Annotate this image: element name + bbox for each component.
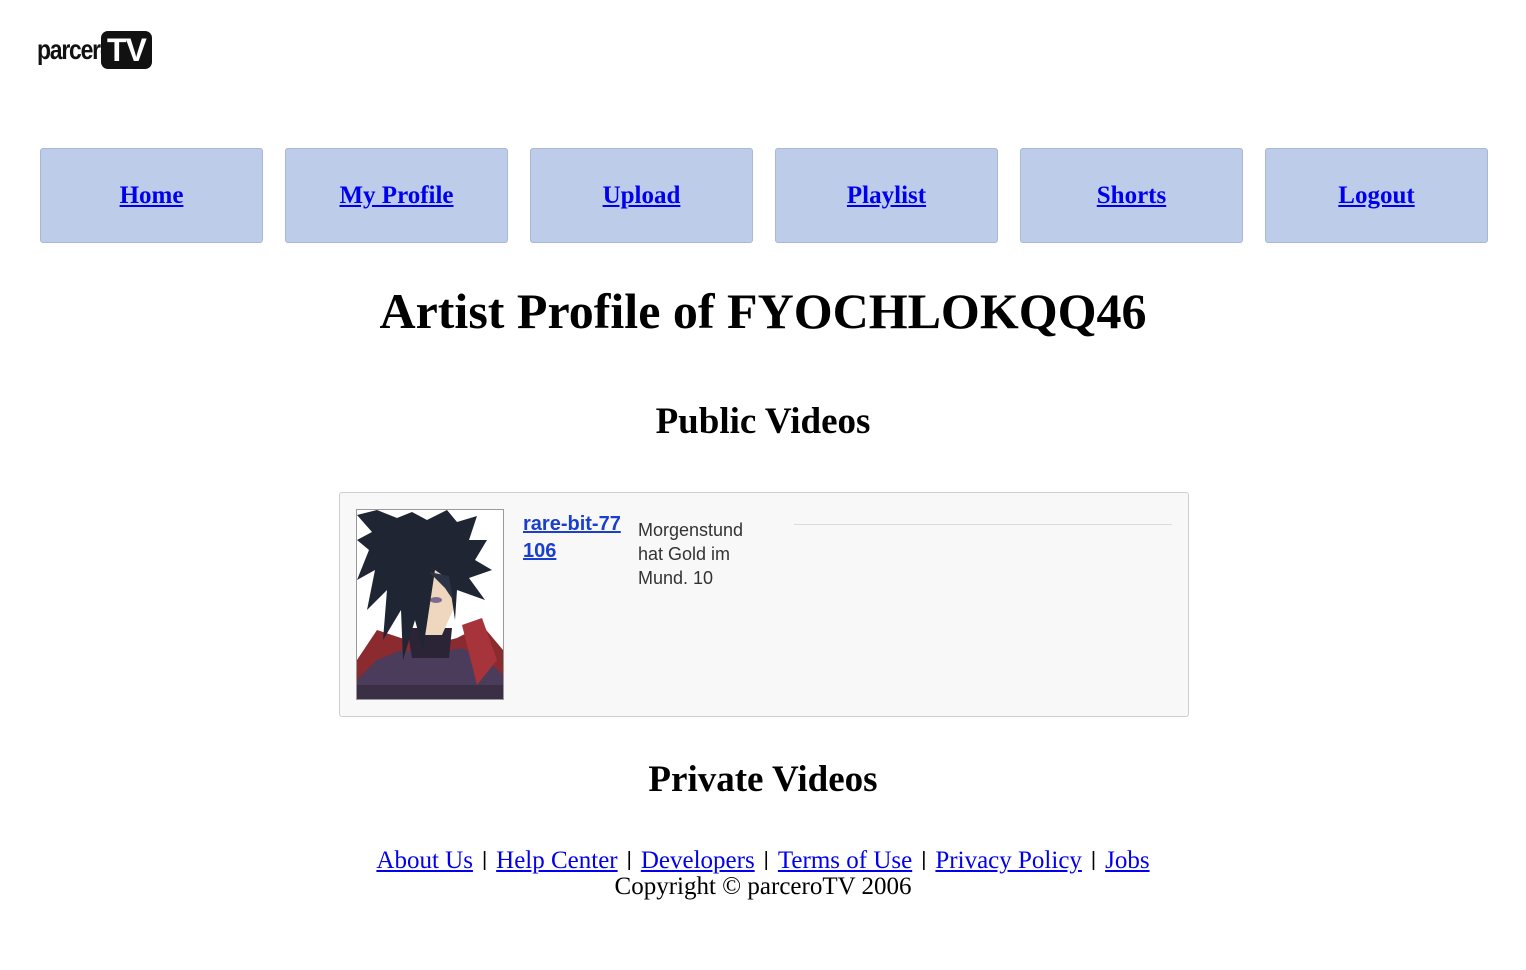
nav-item-my-profile[interactable]: My Profile: [285, 148, 508, 243]
nav-item-logout[interactable]: Logout: [1265, 148, 1488, 243]
footer-separator: |: [481, 849, 488, 871]
footer-link-about-us[interactable]: About Us: [376, 847, 473, 874]
footer-link-privacy-policy[interactable]: Privacy Policy: [935, 847, 1082, 874]
video-card: rare-bit-77106 Morgenstund hat Gold im M…: [339, 492, 1189, 717]
footer-separator: |: [763, 849, 769, 871]
nav-link-upload[interactable]: Upload: [603, 182, 681, 210]
nav-link-my-profile[interactable]: My Profile: [339, 182, 453, 210]
footer-separator: |: [1090, 849, 1097, 871]
private-videos-heading: Private Videos: [648, 759, 878, 800]
footer-separator: |: [921, 849, 927, 871]
footer-link-terms-of-use[interactable]: Terms of Use: [778, 847, 912, 874]
video-thumbnail[interactable]: [356, 509, 504, 700]
video-title-link[interactable]: rare-bit-77106: [523, 511, 623, 565]
nav-link-shorts[interactable]: Shorts: [1097, 182, 1166, 210]
nav-link-playlist[interactable]: Playlist: [847, 182, 926, 210]
footer-link-help-center[interactable]: Help Center: [496, 847, 617, 874]
nav-link-home[interactable]: Home: [120, 182, 184, 210]
page-title: Artist Profile of FYOCHLOKQQ46: [379, 283, 1147, 339]
site-logo[interactable]: parcero TV: [37, 30, 152, 70]
nav-item-upload[interactable]: Upload: [530, 148, 753, 243]
logo-wordmark: parcero: [37, 34, 114, 65]
nav-item-playlist[interactable]: Playlist: [775, 148, 998, 243]
public-videos-heading: Public Videos: [655, 401, 871, 442]
nav-link-logout[interactable]: Logout: [1338, 182, 1414, 210]
footer-separator: |: [626, 849, 632, 871]
copyright-text: Copyright © parceroTV 2006: [614, 873, 912, 900]
nav-item-home[interactable]: Home: [40, 148, 263, 243]
thumbnail-illustration: [357, 510, 503, 699]
footer-link-jobs[interactable]: Jobs: [1105, 847, 1149, 874]
main-nav: Home My Profile Upload Playlist Shorts L…: [40, 148, 1488, 243]
card-divider: [794, 524, 1172, 525]
video-description: Morgenstund hat Gold im Mund. 10: [638, 520, 744, 588]
footer-link-developers[interactable]: Developers: [641, 847, 755, 874]
nav-item-shorts[interactable]: Shorts: [1020, 148, 1243, 243]
